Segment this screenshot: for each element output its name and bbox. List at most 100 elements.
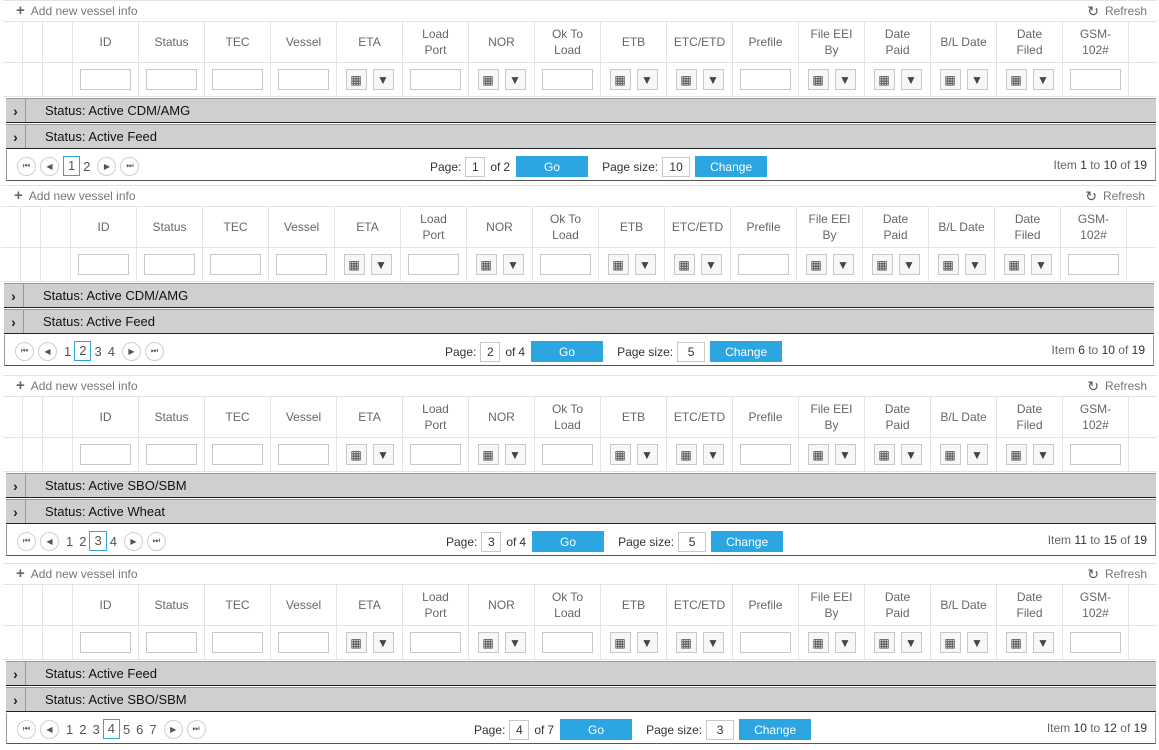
filter-input[interactable] [740, 632, 791, 653]
calendar-icon[interactable]: ▦ [675, 444, 697, 465]
calendar-icon[interactable]: ▦ [345, 444, 367, 465]
filter-icon[interactable]: ▼ [372, 444, 394, 465]
filter-icon[interactable]: ▼ [702, 69, 724, 90]
calendar-icon[interactable]: ▦ [609, 444, 631, 465]
column-header[interactable]: B/L Date [931, 397, 997, 437]
column-header[interactable]: Ok To Load [535, 397, 601, 437]
column-header[interactable]: File EEI By [799, 585, 865, 625]
chevron-right-icon[interactable]: › [4, 284, 24, 307]
column-header[interactable]: Load Port [401, 207, 467, 247]
filter-icon[interactable]: ▼ [834, 444, 856, 465]
page-size-input[interactable]: 10 [662, 156, 691, 177]
column-header[interactable]: Prefile [733, 22, 799, 62]
column-header[interactable]: Ok To Load [533, 207, 599, 247]
page-input[interactable]: 3 [481, 531, 502, 552]
filter-icon[interactable]: ▼ [834, 632, 856, 653]
refresh-button[interactable]: ↻ Refresh [1087, 567, 1147, 581]
calendar-icon[interactable]: ▦ [873, 632, 895, 653]
column-header[interactable]: GSM- 102# [1061, 207, 1127, 247]
calendar-icon[interactable]: ▦ [807, 69, 829, 90]
filter-input[interactable] [1070, 632, 1121, 653]
prev-page-icon[interactable]: ◀ [40, 719, 59, 739]
filter-input[interactable] [410, 69, 461, 90]
column-header[interactable]: ETA [337, 585, 403, 625]
add-vessel-button[interactable]: + Add new vessel info [16, 378, 138, 393]
column-header[interactable]: NOR [469, 22, 535, 62]
filter-icon[interactable]: ▼ [1032, 444, 1054, 465]
column-header[interactable]: ETA [337, 397, 403, 437]
column-header[interactable]: ID [73, 585, 139, 625]
column-header[interactable]: Vessel [269, 207, 335, 247]
calendar-icon[interactable]: ▦ [609, 69, 631, 90]
filter-icon[interactable]: ▼ [1032, 69, 1054, 90]
calendar-icon[interactable]: ▦ [345, 632, 367, 653]
column-header[interactable]: ETC/ETD [667, 397, 733, 437]
page-number-link[interactable]: 7 [146, 722, 159, 737]
add-vessel-button[interactable]: + Add new vessel info [16, 3, 138, 18]
column-header[interactable]: GSM- 102# [1063, 397, 1129, 437]
filter-icon[interactable]: ▼ [372, 632, 394, 653]
current-page-number[interactable]: 1 [63, 156, 81, 176]
column-header[interactable]: Date Paid [865, 22, 931, 62]
calendar-icon[interactable]: ▦ [1003, 254, 1025, 275]
column-header[interactable]: Vessel [271, 585, 337, 625]
column-header[interactable]: Load Port [403, 397, 469, 437]
change-button[interactable]: Change [710, 341, 783, 362]
group-row[interactable]: › Status: Active Wheat [6, 499, 1156, 524]
filter-icon[interactable]: ▼ [504, 444, 526, 465]
filter-input[interactable] [1070, 444, 1121, 465]
refresh-button[interactable]: ↻ Refresh [1087, 4, 1147, 18]
column-header[interactable]: File EEI By [799, 397, 865, 437]
first-page-icon[interactable]: ⏮ [17, 719, 36, 739]
column-header[interactable]: Ok To Load [535, 585, 601, 625]
group-row[interactable]: › Status: Active Feed [4, 309, 1154, 334]
column-header[interactable]: File EEI By [799, 22, 865, 62]
filter-input[interactable] [212, 444, 263, 465]
go-button[interactable]: Go [532, 531, 605, 552]
calendar-icon[interactable]: ▦ [939, 69, 961, 90]
column-header[interactable]: Ok To Load [535, 22, 601, 62]
filter-input[interactable] [78, 254, 129, 275]
column-header[interactable]: B/L Date [931, 22, 997, 62]
column-header[interactable]: Vessel [271, 397, 337, 437]
filter-input[interactable] [408, 254, 459, 275]
page-number-link[interactable]: 1 [61, 344, 74, 359]
calendar-icon[interactable]: ▦ [675, 632, 697, 653]
column-header[interactable]: ID [71, 207, 137, 247]
column-header[interactable]: Status [139, 585, 205, 625]
chevron-right-icon[interactable]: › [6, 125, 26, 148]
column-header[interactable]: Load Port [403, 585, 469, 625]
filter-icon[interactable]: ▼ [832, 254, 854, 275]
column-header[interactable]: Prefile [731, 207, 797, 247]
column-header[interactable]: GSM- 102# [1063, 22, 1129, 62]
column-header[interactable]: TEC [203, 207, 269, 247]
filter-icon[interactable]: ▼ [964, 254, 986, 275]
filter-icon[interactable]: ▼ [900, 632, 922, 653]
calendar-icon[interactable]: ▦ [937, 254, 959, 275]
filter-input[interactable] [146, 632, 197, 653]
column-header[interactable]: ETC/ETD [665, 207, 731, 247]
column-header[interactable]: Status [139, 22, 205, 62]
group-row[interactable]: › Status: Active SBO/SBM [6, 687, 1156, 712]
filter-icon[interactable]: ▼ [636, 69, 658, 90]
column-header[interactable]: GSM- 102# [1063, 585, 1129, 625]
page-number-link[interactable]: 2 [76, 534, 89, 549]
column-header[interactable]: Date Filed [995, 207, 1061, 247]
calendar-icon[interactable]: ▦ [477, 632, 499, 653]
column-header[interactable]: ETA [337, 22, 403, 62]
filter-input[interactable] [276, 254, 327, 275]
filter-input[interactable] [278, 69, 329, 90]
calendar-icon[interactable]: ▦ [475, 254, 497, 275]
filter-input[interactable] [542, 632, 593, 653]
filter-icon[interactable]: ▼ [900, 444, 922, 465]
column-header[interactable]: ETC/ETD [667, 585, 733, 625]
column-header[interactable]: ETB [599, 207, 665, 247]
filter-input[interactable] [278, 444, 329, 465]
last-page-icon[interactable]: ⏭ [120, 156, 140, 176]
filter-input[interactable] [144, 254, 195, 275]
filter-icon[interactable]: ▼ [966, 632, 988, 653]
filter-icon[interactable]: ▼ [504, 632, 526, 653]
column-header[interactable]: NOR [469, 585, 535, 625]
group-row[interactable]: › Status: Active SBO/SBM [6, 473, 1156, 498]
page-size-input[interactable]: 3 [706, 719, 735, 740]
